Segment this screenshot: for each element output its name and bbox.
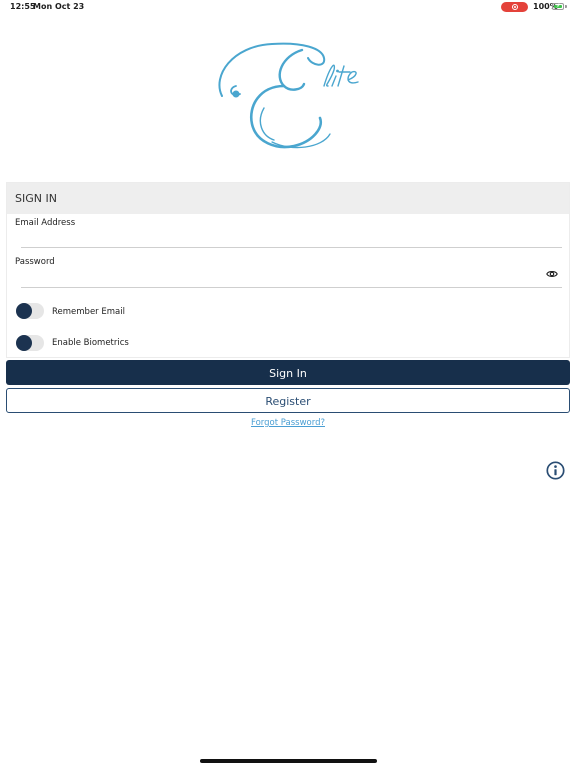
sign-in-button[interactable]: Sign In — [6, 360, 570, 385]
toggle-knob — [16, 303, 32, 319]
info-icon[interactable] — [546, 461, 565, 480]
remember-email-toggle[interactable] — [16, 303, 44, 319]
eye-icon[interactable] — [546, 269, 558, 279]
email-field[interactable] — [21, 231, 562, 248]
login-screen: 12:55 Mon Oct 23 100% ⚡ SIGN IN Email Ad… — [0, 0, 576, 768]
status-date: Mon Oct 23 — [33, 2, 85, 11]
enable-biometrics-toggle[interactable] — [16, 335, 44, 351]
home-indicator[interactable] — [200, 759, 377, 763]
toggle-knob — [16, 335, 32, 351]
screen-recording-icon — [501, 2, 528, 12]
register-button[interactable]: Register — [6, 388, 570, 413]
password-label: Password — [15, 257, 55, 267]
battery-icon: ⚡ — [552, 2, 564, 10]
enable-biometrics-label: Enable Biometrics — [52, 338, 129, 348]
forgot-password-link[interactable]: Forgot Password? — [0, 418, 576, 428]
signin-card: SIGN IN Email Address Password Remember … — [6, 182, 570, 358]
status-time: 12:55 — [10, 2, 36, 11]
remember-email-label: Remember Email — [52, 307, 125, 317]
email-label: Email Address — [15, 218, 76, 228]
status-bar: 12:55 Mon Oct 23 100% ⚡ — [0, 0, 576, 14]
password-field[interactable] — [21, 271, 562, 288]
elite-logo — [218, 42, 359, 149]
signin-header: SIGN IN — [7, 183, 569, 214]
